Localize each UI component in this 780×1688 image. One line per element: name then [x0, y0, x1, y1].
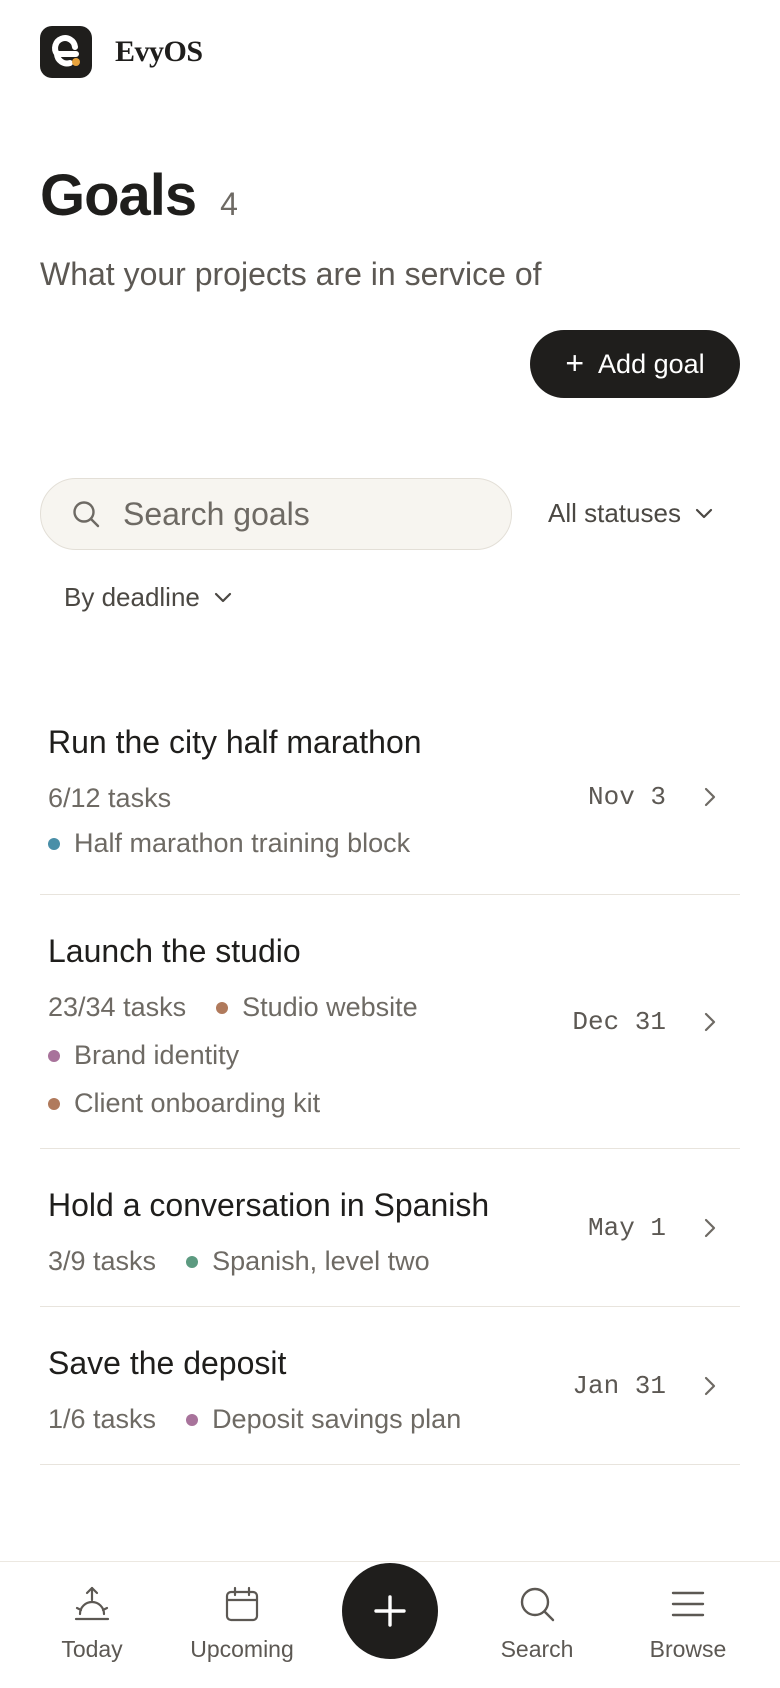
- chevron-down-icon: [695, 508, 713, 518]
- project-tag[interactable]: Client onboarding kit: [48, 1088, 320, 1119]
- project-tag[interactable]: Half marathon training block: [48, 828, 410, 859]
- project-color-dot: [186, 1255, 199, 1268]
- project-name: Half marathon training block: [74, 828, 411, 858]
- nav-browse[interactable]: Browse: [618, 1584, 758, 1663]
- project-name: Deposit savings plan: [212, 1404, 462, 1434]
- nav-search[interactable]: Search: [467, 1584, 607, 1663]
- chevron-right-icon: [704, 1218, 716, 1237]
- task-count: 3/9 tasks: [48, 1246, 157, 1276]
- task-count: 1/6 tasks: [48, 1404, 157, 1434]
- project-name: Studio website: [242, 992, 418, 1022]
- project-color-dot: [48, 1097, 60, 1110]
- goal-deadline: Jan 31: [572, 1370, 666, 1401]
- goal-list: Run the city half marathon 6/12 tasks Ha…: [40, 700, 740, 1465]
- add-goal-button[interactable]: + Add goal: [530, 330, 740, 398]
- search-input[interactable]: [123, 495, 483, 533]
- sunrise-icon: [74, 1586, 110, 1621]
- brand-name: EvyOS: [115, 35, 203, 68]
- goal-projects: Client onboarding kit: [48, 1088, 740, 1119]
- plus-icon: +: [565, 344, 585, 381]
- status-filter-label: All statuses: [548, 498, 681, 528]
- goal-row[interactable]: Save the deposit 1/6 tasks Deposit savin…: [40, 1307, 740, 1465]
- project-name: Spanish, level two: [212, 1246, 430, 1276]
- status-filter-dropdown[interactable]: All statuses: [548, 498, 713, 529]
- page-header: Goals 4: [40, 162, 238, 229]
- goal-row[interactable]: Launch the studio 23/34 tasks Studio web…: [40, 895, 740, 1149]
- project-tag[interactable]: Deposit savings plan: [186, 1404, 461, 1435]
- goal-meta: 1/6 tasks Deposit savings plan: [48, 1404, 740, 1435]
- quick-add-button[interactable]: [342, 1563, 438, 1659]
- project-tag[interactable]: Studio website: [216, 992, 418, 1023]
- project-color-dot: [186, 1413, 199, 1426]
- goal-projects: Half marathon training block: [48, 828, 740, 859]
- project-name: Client onboarding kit: [74, 1088, 321, 1118]
- nav-browse-label: Browse: [649, 1636, 727, 1662]
- goal-deadline: Dec 31: [572, 1006, 666, 1037]
- add-goal-label: Add goal: [598, 348, 705, 379]
- goal-deadline: May 1: [587, 1212, 666, 1243]
- project-tag[interactable]: Spanish, level two: [186, 1246, 430, 1277]
- goal-count: 4: [220, 186, 238, 222]
- goal-projects: Brand identity: [48, 1040, 740, 1071]
- menu-icon: [671, 1591, 705, 1617]
- page-title: Goals: [40, 163, 197, 228]
- nav-today[interactable]: Today: [22, 1584, 162, 1663]
- goal-title: Launch the studio: [48, 933, 301, 969]
- goal-meta: 3/9 tasks Spanish, level two: [48, 1246, 740, 1277]
- project-tag[interactable]: Brand identity: [48, 1040, 239, 1071]
- goal-row[interactable]: Run the city half marathon 6/12 tasks Ha…: [40, 700, 740, 895]
- goal-row[interactable]: Hold a conversation in Spanish 3/9 tasks…: [40, 1149, 740, 1307]
- project-color-dot: [48, 837, 60, 850]
- chevron-right-icon: [704, 787, 716, 807]
- project-name: Brand identity: [74, 1040, 240, 1070]
- chevron-right-icon: [704, 1376, 716, 1395]
- nav-today-label: Today: [61, 1636, 123, 1662]
- calendar-icon: [225, 1586, 259, 1622]
- plus-icon: [374, 1595, 406, 1627]
- task-count: 23/34 tasks: [48, 992, 187, 1022]
- chevron-right-icon: [704, 1012, 716, 1031]
- search-icon: [520, 1587, 555, 1622]
- project-color-dot: [48, 1049, 60, 1062]
- goal-deadline: Nov 3: [587, 782, 666, 812]
- project-color-dot: [216, 1001, 229, 1014]
- search-goals[interactable]: [40, 478, 512, 550]
- goal-title: Run the city half marathon: [48, 724, 422, 760]
- evyos-logo-icon: [40, 26, 92, 78]
- nav-upcoming-label: Upcoming: [190, 1636, 294, 1662]
- task-count: 6/12 tasks: [48, 783, 172, 813]
- search-icon: [73, 501, 100, 528]
- sort-label: By deadline: [64, 582, 200, 612]
- page-subtitle: What your projects are in service of: [40, 256, 542, 292]
- sort-dropdown[interactable]: By deadline: [64, 582, 232, 613]
- nav-upcoming[interactable]: Upcoming: [172, 1584, 312, 1663]
- brand[interactable]: EvyOS: [40, 26, 203, 78]
- chevron-down-icon: [214, 592, 231, 602]
- nav-search-label: Search: [500, 1636, 574, 1662]
